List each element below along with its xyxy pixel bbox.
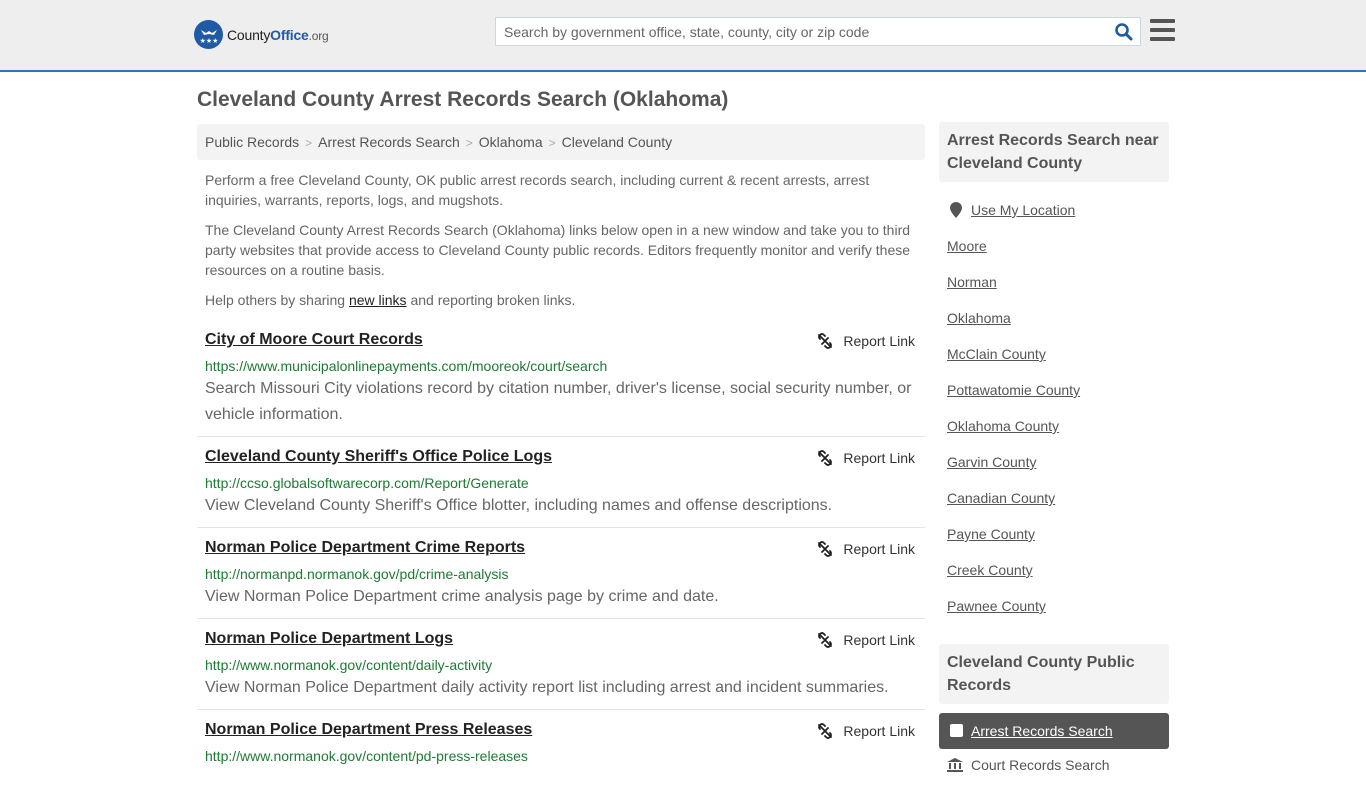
share-links-paragraph: Help others by sharing new links and rep… bbox=[205, 292, 576, 308]
breadcrumb-current: Cleveland County bbox=[561, 134, 673, 150]
search-box bbox=[495, 17, 1141, 46]
breadcrumb-separator: > bbox=[465, 136, 473, 150]
intro-text: Perform a free Cleveland County, OK publ… bbox=[205, 170, 920, 320]
breadcrumb-separator: > bbox=[305, 136, 313, 150]
nearby-link-pawnee-county[interactable]: Pawnee County bbox=[947, 598, 1046, 614]
broken-link-icon bbox=[818, 632, 833, 648]
listing-item: City of Moore Court Records Report Link … bbox=[197, 331, 925, 437]
broken-link-icon bbox=[818, 333, 833, 349]
broken-link-icon bbox=[818, 450, 833, 466]
listing-description: View Norman Police Department daily acti… bbox=[205, 679, 889, 696]
eagle-stars-icon: ★★★ bbox=[194, 20, 223, 49]
intro-paragraph: Perform a free Cleveland County, OK publ… bbox=[205, 172, 870, 208]
listing-url: http://ccso.globalsoftwarecorp.com/Repor… bbox=[205, 475, 529, 491]
listing-title-link[interactable]: Cleveland County Sheriff's Office Police… bbox=[205, 448, 552, 466]
listing-description: Search Missouri City violations record b… bbox=[205, 380, 912, 423]
listing-url: http://www.normanok.gov/content/pd-press… bbox=[205, 748, 528, 764]
broken-link-icon bbox=[818, 541, 833, 557]
use-my-location-link[interactable]: Use My Location bbox=[971, 202, 1075, 218]
sidebar-item-court-records-search[interactable]: Court Records Search bbox=[947, 757, 1110, 773]
listing-title-link[interactable]: City of Moore Court Records bbox=[205, 331, 423, 349]
report-link-button[interactable]: Report Link bbox=[817, 450, 915, 466]
listing-description: View Cleveland County Sheriff's Office b… bbox=[205, 497, 833, 514]
nearby-link-creek-county[interactable]: Creek County bbox=[947, 562, 1033, 578]
search-input[interactable] bbox=[496, 18, 1106, 45]
listing-url: http://www.normanok.gov/content/daily-ac… bbox=[205, 657, 493, 673]
listing-description: View Norman Police Department crime anal… bbox=[205, 588, 719, 605]
public-records-heading: Cleveland County Public Records bbox=[939, 644, 1169, 704]
listing-url: http://normanpd.normanok.gov/pd/crime-an… bbox=[205, 566, 509, 582]
nearby-link-payne-county[interactable]: Payne County bbox=[947, 526, 1035, 542]
page-title: Cleveland County Arrest Records Search (… bbox=[197, 88, 729, 111]
listing-title-link[interactable]: Norman Police Department Press Releases bbox=[205, 721, 532, 739]
breadcrumb-public-records[interactable]: Public Records bbox=[205, 134, 299, 150]
new-links-link[interactable]: new links bbox=[349, 292, 407, 308]
nearby-link-norman[interactable]: Norman bbox=[947, 274, 997, 290]
broken-link-icon bbox=[818, 723, 833, 739]
site-logo[interactable]: ★★★ CountyOffice.org bbox=[194, 20, 329, 49]
listing-url: https://www.municipalonlinepayments.com/… bbox=[205, 358, 608, 374]
search-button[interactable] bbox=[1114, 22, 1134, 42]
nearby-link-canadian-county[interactable]: Canadian County bbox=[947, 490, 1055, 506]
breadcrumb-separator: > bbox=[548, 136, 556, 150]
breadcrumb-oklahoma[interactable]: Oklahoma bbox=[479, 134, 543, 150]
report-link-button[interactable]: Report Link bbox=[817, 541, 915, 557]
sidebar-item-arrest-records-search[interactable]: Arrest Records Search bbox=[939, 713, 1169, 749]
report-link-button[interactable]: Report Link bbox=[817, 632, 915, 648]
breadcrumb: Public Records > Arrest Records Search > Okl… bbox=[197, 124, 925, 160]
nearby-link-pottawatomie-county[interactable]: Pottawatomie County bbox=[947, 382, 1080, 398]
map-pin-icon bbox=[950, 202, 962, 218]
courthouse-icon bbox=[947, 758, 963, 772]
report-link-button[interactable]: Report Link bbox=[817, 723, 915, 739]
nearby-heading: Arrest Records Search near Cleveland Cou… bbox=[939, 122, 1169, 182]
listing-item: Norman Police Department Crime Reports R… bbox=[197, 539, 925, 619]
nearby-link-mcclain-county[interactable]: McClain County bbox=[947, 346, 1046, 362]
listing-title-link[interactable]: Norman Police Department Logs bbox=[205, 630, 453, 648]
hamburger-menu-icon[interactable] bbox=[1150, 19, 1175, 41]
search-icon bbox=[1115, 23, 1133, 41]
report-link-button[interactable]: Report Link bbox=[817, 333, 915, 349]
intro-paragraph: The Cleveland County Arrest Records Sear… bbox=[205, 222, 911, 278]
listing-item: Norman Police Department Logs Report Lin… bbox=[197, 630, 925, 710]
nearby-link-oklahoma[interactable]: Oklahoma bbox=[947, 310, 1011, 326]
svg-text:★★★: ★★★ bbox=[199, 37, 218, 45]
nearby-link-moore[interactable]: Moore bbox=[947, 238, 987, 254]
listing-title-link[interactable]: Norman Police Department Crime Reports bbox=[205, 539, 525, 557]
listing-item: Norman Police Department Press Releases … bbox=[197, 721, 925, 801]
nearby-link-oklahoma-county[interactable]: Oklahoma County bbox=[947, 418, 1059, 434]
nearby-link-garvin-county[interactable]: Garvin County bbox=[947, 454, 1036, 470]
logo-text: CountyOffice.org bbox=[227, 26, 329, 43]
site-header: ★★★ CountyOffice.org bbox=[0, 0, 1366, 72]
breadcrumb-arrest-records-search[interactable]: Arrest Records Search bbox=[318, 134, 460, 150]
checkbox-icon bbox=[950, 724, 963, 737]
listing-item: Cleveland County Sheriff's Office Police… bbox=[197, 448, 925, 528]
